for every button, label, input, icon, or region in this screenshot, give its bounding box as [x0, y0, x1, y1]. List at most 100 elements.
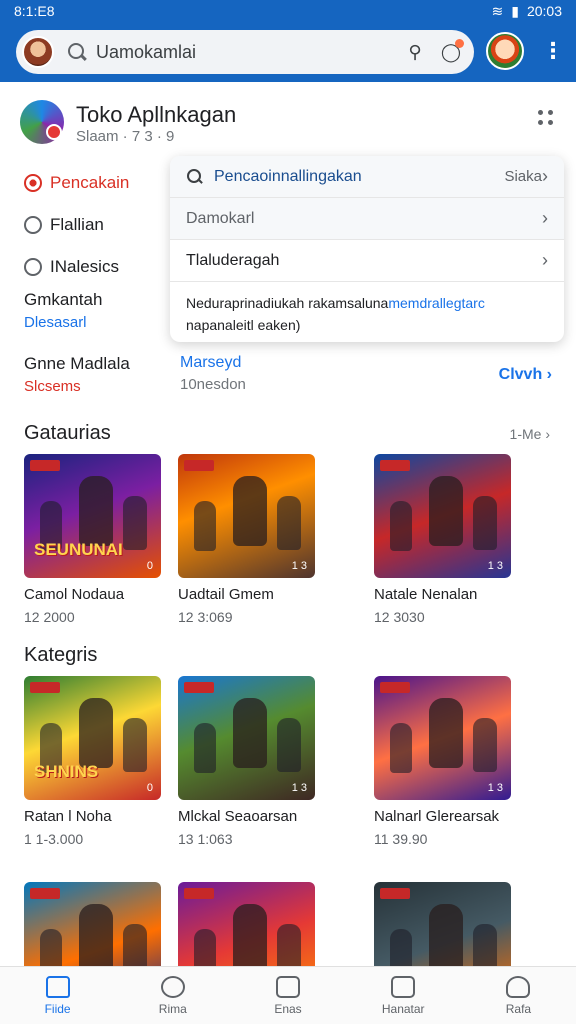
side-block-title: Gnne Madlala [24, 354, 130, 373]
thumbnail-figure [428, 904, 463, 975]
search-input[interactable]: Uamokamlai [96, 42, 394, 63]
nav-label: Hanatar [381, 1001, 425, 1016]
dropdown-row-3[interactable]: Tlaluderagah › [170, 240, 564, 282]
app-logo-badge [46, 124, 62, 140]
chevron-right-icon: › [546, 366, 552, 383]
nav-label: Rafa [505, 1001, 532, 1016]
profile-avatar[interactable] [486, 32, 524, 70]
game-card[interactable]: SHNINS 0 Ratan l Noha 1 1-3.000 [24, 676, 161, 847]
game-card[interactable]: 1 3 Nalnarl Glerearsak 11 39.90 [374, 676, 511, 847]
bottom-nav: Fiide Rima Enas Hanatar Rafa [0, 966, 576, 1024]
chevron-right-icon: › [542, 250, 548, 270]
grid-dots-icon[interactable] [538, 110, 554, 126]
game-title: Camol Nodaua [24, 586, 125, 603]
bookmark-icon [391, 975, 416, 998]
side-item-label: Flallian [50, 215, 104, 234]
dropdown-row-2[interactable]: Damokarl › [170, 198, 564, 240]
side-block-title: Gmkantah [24, 290, 103, 309]
thumbnail-figure [390, 723, 413, 774]
game-card[interactable]: SEUNUNAI 0 Camol Nodaua 12 2000 [24, 454, 161, 625]
game-thumbnail[interactable]: 1 3 [178, 676, 315, 800]
chevron-right-icon: › [545, 426, 550, 442]
dropdown-row-label: Damokarl [186, 209, 255, 227]
thumbnail-figure [194, 501, 217, 552]
nav-item-apps[interactable]: Enas [230, 967, 345, 1024]
thumbnail-badge [184, 682, 214, 693]
home-icon [45, 975, 70, 998]
right-link[interactable]: Clvvh › [499, 366, 552, 384]
search-lens-button[interactable]: ⚲ [400, 37, 430, 67]
battery-icon: ▮ [511, 2, 519, 19]
section-more-0[interactable]: 1-Me › [510, 426, 550, 442]
mid-title[interactable]: Marseyd [180, 354, 246, 372]
thumbnail-figure [232, 476, 267, 547]
game-downloads: 1 1-3.000 [24, 831, 84, 847]
thumbnail-rating: 1 3 [291, 782, 307, 794]
side-block-0[interactable]: Gmkantah Dlesasarl [24, 290, 174, 331]
record-icon [24, 174, 42, 192]
game-card[interactable]: 1 3 Natale Nenalan 12 3030 [374, 454, 511, 625]
thumbnail-badge [184, 460, 214, 471]
side-block-sub: Slcsems [24, 378, 81, 395]
magnifier-icon: ⚲ [408, 41, 422, 62]
thumbnail-figure [473, 496, 498, 551]
thumbnail-badge [30, 888, 60, 899]
game-thumbnail[interactable]: 1 3 [374, 676, 511, 800]
nav-label: Fiide [44, 1001, 71, 1016]
search-icon [66, 41, 88, 63]
apps-icon [276, 975, 300, 998]
game-title: Ratan l Noha [24, 808, 112, 825]
status-time-right: 20:03 [526, 3, 562, 19]
thumbnail-figure [78, 698, 113, 769]
thumbnail-badge [380, 460, 410, 471]
nav-item-games[interactable]: Rima [115, 967, 230, 1024]
note-line2: napanaleitl eaken) [186, 317, 301, 333]
search-dropdown: Pencaoinnallingakan Siaka › Damokarl › T… [170, 156, 564, 342]
mid-sub: 10nesdon [180, 376, 246, 393]
game-downloads: 11 39.90 [374, 831, 428, 847]
avatar[interactable] [22, 36, 54, 68]
nav-item-bookmark[interactable]: Hanatar [346, 967, 461, 1024]
thumbnail-figure [78, 904, 113, 975]
game-card[interactable]: 1 3 Mlckal Seaoarsan 13 1:063 [178, 676, 315, 847]
side-item-0[interactable]: Pencakain [24, 162, 174, 204]
thumbnail-figure [232, 698, 267, 769]
side-block-1[interactable]: Gnne Madlala Slcsems [24, 354, 174, 395]
thumbnail-figure [277, 496, 302, 551]
nav-item-home[interactable]: Fiide [0, 967, 115, 1024]
thumbnail-badge [380, 682, 410, 693]
thumbnail-figure [232, 904, 267, 975]
game-thumbnail[interactable]: 1 3 [178, 454, 315, 578]
note-link[interactable]: memdrallegtarc [388, 295, 484, 311]
shield-icon [24, 258, 42, 276]
chevron-right-icon: › [542, 208, 548, 228]
search-bar[interactable]: Uamokamlai ⚲ ◯ [16, 30, 474, 74]
chevron-right-icon: › [542, 166, 548, 186]
person-icon [506, 975, 531, 998]
game-title: Mlckal Seaoarsan [178, 808, 298, 825]
game-thumbnail[interactable]: SEUNUNAI 0 [24, 454, 161, 578]
game-title: Nalnarl Glerearsak [374, 808, 500, 825]
thumbnail-logo-text: SEUNUNAI [34, 540, 123, 559]
mid-column: Marseyd 10nesdon [180, 354, 246, 393]
wifi-icon: ≋ [491, 2, 504, 19]
thumbnail-figure [428, 698, 463, 769]
side-item-1[interactable]: Flallian [24, 204, 174, 246]
game-card[interactable]: 1 3 Uadtail Gmem 12 3:069 [178, 454, 315, 625]
game-thumbnail[interactable]: 1 3 [374, 454, 511, 578]
dropdown-search-row[interactable]: Pencaoinnallingakan Siaka › [170, 156, 564, 198]
game-downloads: 13 1:063 [178, 831, 233, 847]
section-more-label: 1-Me [509, 426, 542, 442]
nav-item-profile[interactable]: Rafa [461, 967, 576, 1024]
side-item-2[interactable]: INalesics [24, 246, 174, 288]
game-thumbnail[interactable]: SHNINS 0 [24, 676, 161, 800]
game-downloads: 12 3030 [374, 609, 425, 625]
more-vert-icon[interactable]: ⋮ [542, 38, 564, 64]
thumbnail-figure [78, 476, 113, 547]
notification-badge [455, 39, 464, 48]
section-title-1: Kategris [24, 644, 98, 666]
thumbnail-figure [390, 501, 413, 552]
notification-button[interactable]: ◯ [436, 37, 466, 67]
app-header: Toko Apllnkagan Slaam · 7 3 · 9 [20, 96, 560, 150]
thumbnail-badge [184, 888, 214, 899]
